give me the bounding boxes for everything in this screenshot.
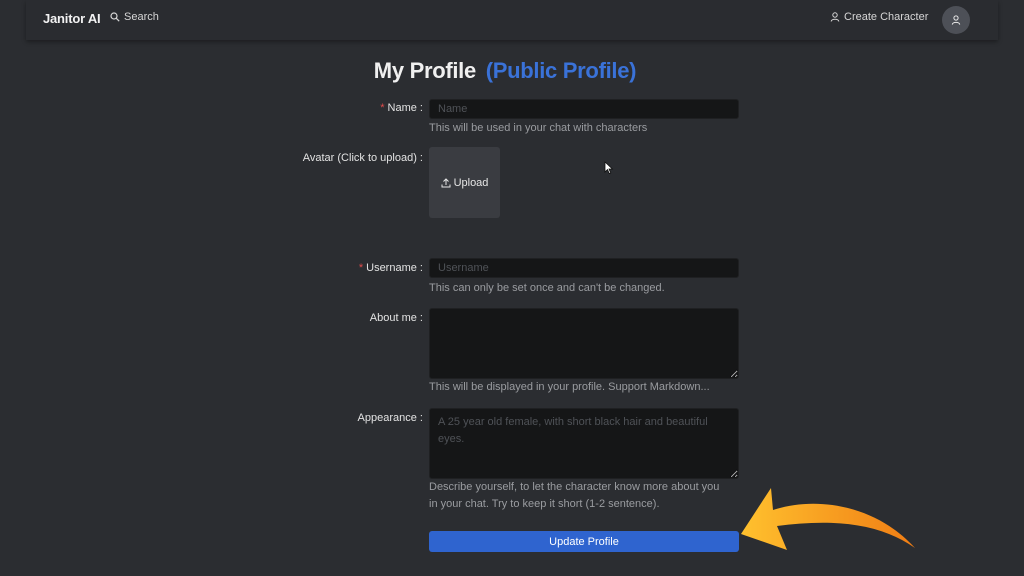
avatar-label: Avatar (Click to upload) : [302,152,423,164]
upload-icon [441,177,451,187]
create-character-button[interactable]: Create Character [830,11,928,23]
avatar-label-text: Avatar (Click to upload) [302,152,417,164]
appearance-label: Appearance : [357,412,423,424]
user-icon [830,12,840,22]
name-required-mark: * [380,102,385,114]
appearance-help-line-2: in your chat. Try to keep it short (1-2 … [429,498,660,510]
appearance-label-text: Appearance [357,412,417,424]
appearance-help-line-1: Describe yourself, to let the character … [429,481,720,493]
create-character-label: Create Character [844,11,929,23]
name-help-text: This will be used in your chat with char… [429,122,648,134]
search-label: Search [124,11,159,23]
user-avatar[interactable] [942,6,970,34]
search-button[interactable]: Search [110,11,159,23]
profile-page: Janitor AI Search Create Character My Pr… [0,0,1024,576]
username-label-text: Username [366,262,417,274]
username-help-text: This can only be set once and can't be c… [429,282,665,294]
brand-logo[interactable]: Janitor AI [43,11,101,26]
search-icon [110,12,120,22]
username-input[interactable] [429,258,739,278]
about-label: About me : [369,312,423,324]
about-help-text: This will be displayed in your profile. … [429,381,710,393]
page-title-text: My Profile [373,58,476,83]
mouse-cursor-icon [604,161,614,175]
username-required-mark: * [358,262,364,274]
page-title-highlight: (Public Profile) [485,58,637,83]
name-input[interactable] [429,99,739,119]
avatar-user-icon [951,15,961,25]
top-navbar: Janitor AI Search Create Character [26,0,998,40]
avatar-upload-button[interactable]: Upload [429,147,500,218]
name-label-text: Name [387,102,417,114]
upload-label: Upload [453,176,489,189]
page-title: My Profile (Public Profile) [0,58,1010,84]
username-label: * Username : [358,262,423,274]
about-label-text: About me [369,312,417,324]
appearance-textarea[interactable] [429,408,739,479]
update-profile-button[interactable]: Update Profile [429,531,739,552]
annotation-arrow-icon [741,488,915,550]
about-textarea[interactable] [429,308,739,379]
name-label: * Name : [380,102,423,114]
